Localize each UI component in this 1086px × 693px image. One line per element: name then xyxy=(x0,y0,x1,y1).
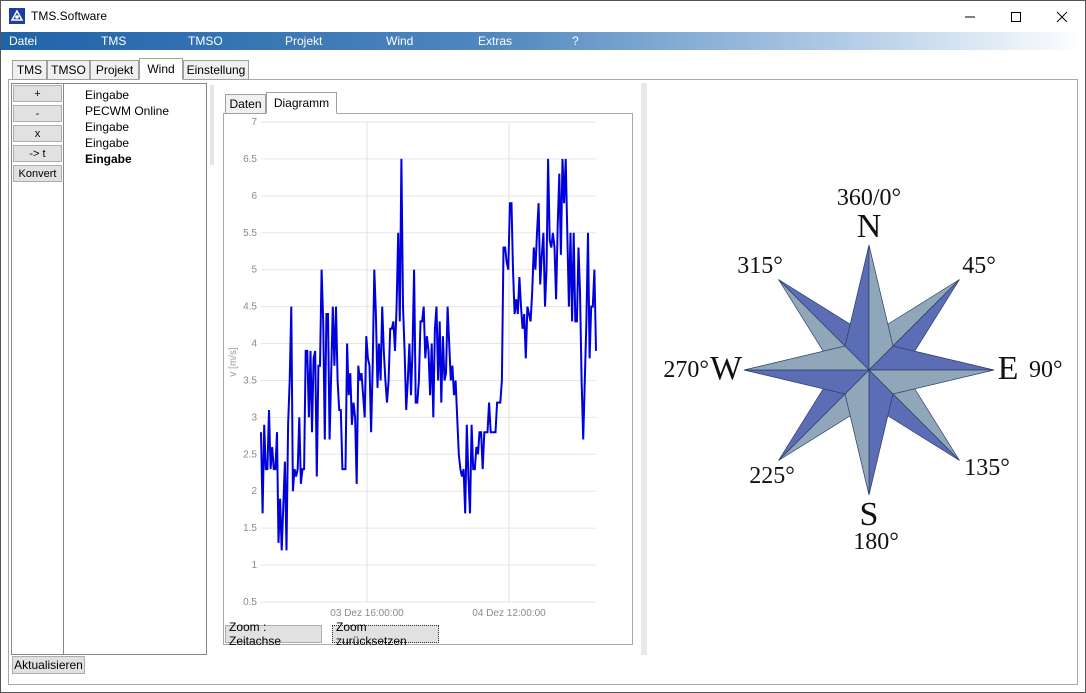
compass-se-degree: 135° xyxy=(964,455,1010,481)
tab-projekt[interactable]: Projekt xyxy=(90,60,139,80)
entry-list[interactable]: Eingabe PECWM Online Eingabe Eingabe Ein… xyxy=(63,83,207,655)
y-tick-label: 3 xyxy=(251,412,257,423)
menu-extras[interactable]: Extras xyxy=(478,34,512,48)
refresh-button[interactable]: Aktualisieren xyxy=(12,656,85,674)
convert-button[interactable]: Konvert xyxy=(13,165,62,182)
compass-south-label: S xyxy=(860,496,879,533)
compass-south-degree: 180° xyxy=(853,529,899,555)
window-title: TMS.Software xyxy=(31,9,108,23)
y-tick-label: 1.5 xyxy=(243,523,257,534)
y-tick-label: 6 xyxy=(251,191,257,202)
app-logo-icon xyxy=(9,8,25,24)
zoom-reset-button[interactable]: Zoom zurücksetzen xyxy=(332,620,439,648)
compass-rose: 360/0° N E 90° S 180° W 270° 45° 135° 22… xyxy=(663,185,1063,555)
to-t-button[interactable]: -> t xyxy=(13,145,62,162)
menu-help[interactable]: ? xyxy=(572,34,579,48)
maximize-icon xyxy=(1011,11,1021,22)
y-tick-label: 1 xyxy=(251,560,257,571)
compass-north-label: N xyxy=(857,208,882,245)
menu-tms[interactable]: TMS xyxy=(101,34,126,48)
minimize-icon xyxy=(965,16,975,17)
list-item[interactable]: Eingabe xyxy=(85,88,129,102)
tab-wind[interactable]: Wind xyxy=(139,58,183,80)
vertical-splitter[interactable] xyxy=(210,85,214,165)
y-tick-label: 3.5 xyxy=(243,375,257,386)
tab-einstellung[interactable]: Einstellung xyxy=(183,60,249,80)
app-window: TMS.Software Datei TMS TMSO Projekt Wind… xyxy=(0,0,1086,693)
y-tick-label: 6.5 xyxy=(243,154,257,165)
compass-east-degree: 90° xyxy=(1029,357,1063,383)
y-tick-label: 4 xyxy=(251,339,257,350)
title-bar[interactable]: TMS.Software xyxy=(1,1,1085,32)
y-tick-label: 2.5 xyxy=(243,449,257,460)
minimize-button[interactable] xyxy=(947,1,993,32)
close-icon xyxy=(1056,11,1068,22)
add-button[interactable]: + xyxy=(13,85,62,102)
tab-daten[interactable]: Daten xyxy=(225,94,266,114)
menu-projekt[interactable]: Projekt xyxy=(285,34,322,48)
list-item[interactable]: Eingabe xyxy=(85,136,129,150)
menu-datei[interactable]: Datei xyxy=(9,34,37,48)
y-tick-label: 5 xyxy=(251,265,257,276)
tab-tmso[interactable]: TMSO xyxy=(47,60,90,80)
vertical-splitter-right[interactable] xyxy=(641,83,647,655)
list-item-selected[interactable]: Eingabe xyxy=(85,152,132,166)
maximize-button[interactable] xyxy=(993,1,1039,32)
compass-star-icon xyxy=(743,244,995,496)
y-axis-label: v [m/s] xyxy=(228,347,239,377)
menu-bar: Datei TMS TMSO Projekt Wind Extras ? xyxy=(1,32,1085,50)
y-tick-label: 5.5 xyxy=(243,228,257,239)
delete-button[interactable]: x xyxy=(13,125,62,142)
compass-ne-degree: 45° xyxy=(962,253,996,279)
compass-east-label: E xyxy=(998,350,1019,387)
tab-tms[interactable]: TMS xyxy=(12,60,47,80)
compass-nw-degree: 315° xyxy=(737,253,783,279)
tab-diagramm[interactable]: Diagramm xyxy=(266,92,337,114)
menu-tmso[interactable]: TMSO xyxy=(188,34,223,48)
menu-wind[interactable]: Wind xyxy=(386,34,413,48)
remove-button[interactable]: - xyxy=(13,105,62,122)
compass-west-degree: 270° xyxy=(663,357,709,383)
compass-sw-degree: 225° xyxy=(749,463,795,489)
list-item[interactable]: Eingabe xyxy=(85,120,129,134)
y-tick-label: 7 xyxy=(251,117,257,128)
list-item[interactable]: PECWM Online xyxy=(85,104,169,118)
y-tick-label: 4.5 xyxy=(243,302,257,313)
x-tick-label: 04 Dez 12:00:00 xyxy=(472,608,546,619)
wind-speed-chart[interactable]: 7 6.5 6 5.5 5 4.5 4 3.5 3 2.5 2 1.5 1 0.5 03 Dez 16:00… xyxy=(224,114,632,622)
y-tick-label: 2 xyxy=(251,486,257,497)
x-tick-label: 03 Dez 16:00:00 xyxy=(330,608,404,619)
compass-west-label: W xyxy=(710,350,743,387)
close-button[interactable] xyxy=(1039,1,1085,32)
zoom-time-axis-button[interactable]: Zoom : Zeitachse xyxy=(225,620,322,648)
y-tick-label: 0.5 xyxy=(243,597,257,608)
